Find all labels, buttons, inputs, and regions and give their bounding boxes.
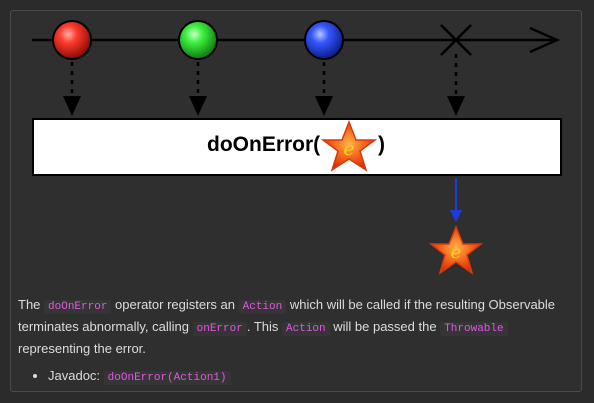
- error-output-arrowhead: [450, 210, 462, 222]
- code-doonerror: doOnError: [44, 300, 112, 314]
- operator-label-close: ): [378, 133, 385, 156]
- javadoc-link[interactable]: doOnError(Action1): [103, 371, 231, 385]
- drop-arrow-green: [189, 96, 207, 116]
- marble-blue: [304, 20, 344, 60]
- operator-label: doOnError(: [207, 133, 320, 157]
- description-paragraph: The doOnError operator registers an Acti…: [18, 297, 556, 356]
- operator-name: doOnError(: [207, 133, 321, 156]
- javadoc-item: Javadoc: doOnError(Action1): [48, 366, 558, 388]
- code-throwable: Throwable: [440, 322, 508, 336]
- drop-arrow-error: [447, 96, 465, 116]
- svg-text:e: e: [451, 242, 462, 263]
- code-onerror: onError: [192, 322, 247, 336]
- code-action-2: Action: [282, 322, 330, 336]
- drop-arrow-blue: [315, 96, 333, 116]
- svg-text:e: e: [343, 138, 354, 160]
- marble-red: [52, 20, 92, 60]
- code-action: Action: [238, 300, 287, 314]
- javadoc-list: Javadoc: doOnError(Action1): [18, 366, 558, 388]
- operator-star-icon: e: [320, 120, 378, 172]
- description: The doOnError operator registers an Acti…: [18, 295, 558, 388]
- marble-green: [178, 20, 218, 60]
- drop-arrow-red: [63, 96, 81, 116]
- error-star-icon: e: [428, 225, 484, 275]
